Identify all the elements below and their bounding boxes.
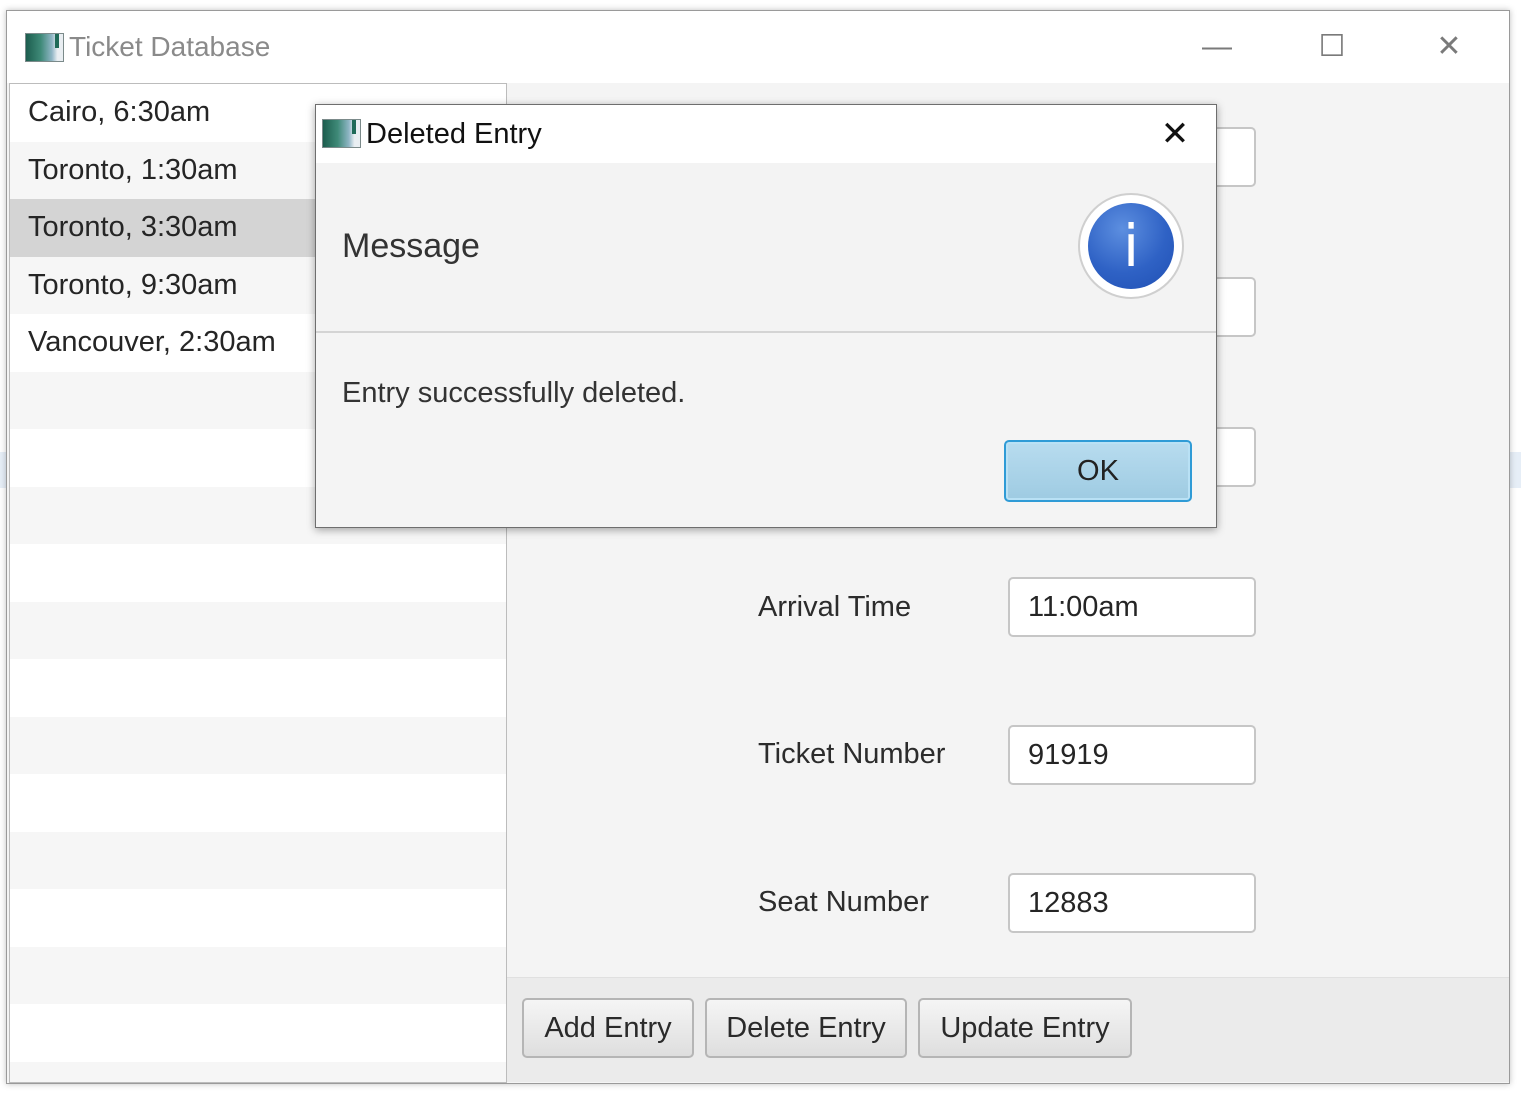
- empty-list-row: [10, 1004, 506, 1062]
- maximize-button[interactable]: ☐: [1307, 25, 1357, 69]
- empty-list-row: [10, 544, 506, 602]
- ticket-number-label: Ticket Number: [758, 738, 946, 770]
- seat-number-field[interactable]: 12883: [1008, 873, 1256, 933]
- information-icon-glyph: i: [1088, 203, 1174, 289]
- window-title: Ticket Database: [69, 31, 271, 62]
- minimize-button[interactable]: —: [1192, 25, 1242, 69]
- empty-list-row: [10, 774, 506, 832]
- empty-list-row: [10, 601, 506, 659]
- delete-entry-button[interactable]: Delete Entry: [705, 998, 907, 1058]
- empty-list-row: [10, 831, 506, 889]
- empty-list-row: [10, 946, 506, 1004]
- empty-list-row: [10, 659, 506, 717]
- add-entry-button[interactable]: Add Entry: [522, 998, 694, 1058]
- information-icon: i: [1078, 193, 1184, 299]
- dialog-header-text: Message: [342, 227, 480, 265]
- dialog-title: Deleted Entry: [366, 118, 542, 150]
- close-button[interactable]: ✕: [1424, 25, 1474, 69]
- dialog-close-icon[interactable]: ✕: [1154, 113, 1196, 155]
- arrival-time-field[interactable]: 11:00am: [1008, 577, 1256, 637]
- arrival-time-label: Arrival Time: [758, 591, 912, 623]
- empty-list-row: [10, 889, 506, 947]
- dialog-titlebar[interactable]: Deleted Entry ✕: [316, 105, 1216, 163]
- app-icon: [25, 33, 64, 62]
- deleted-entry-dialog: Deleted Entry ✕ Message i Entry successf…: [315, 104, 1217, 528]
- seat-number-label: Seat Number: [758, 886, 929, 918]
- window-titlebar[interactable]: Ticket Database — ☐ ✕: [7, 11, 1509, 83]
- dialog-header: Message i: [316, 163, 1216, 333]
- dialog-message: Entry successfully deleted.: [342, 377, 686, 409]
- dialog-app-icon: [322, 119, 361, 148]
- ticket-number-field[interactable]: 91919: [1008, 725, 1256, 785]
- empty-list-row: [10, 1061, 506, 1082]
- update-entry-button[interactable]: Update Entry: [918, 998, 1132, 1058]
- empty-list-row: [10, 716, 506, 774]
- ok-button[interactable]: OK: [1004, 440, 1192, 502]
